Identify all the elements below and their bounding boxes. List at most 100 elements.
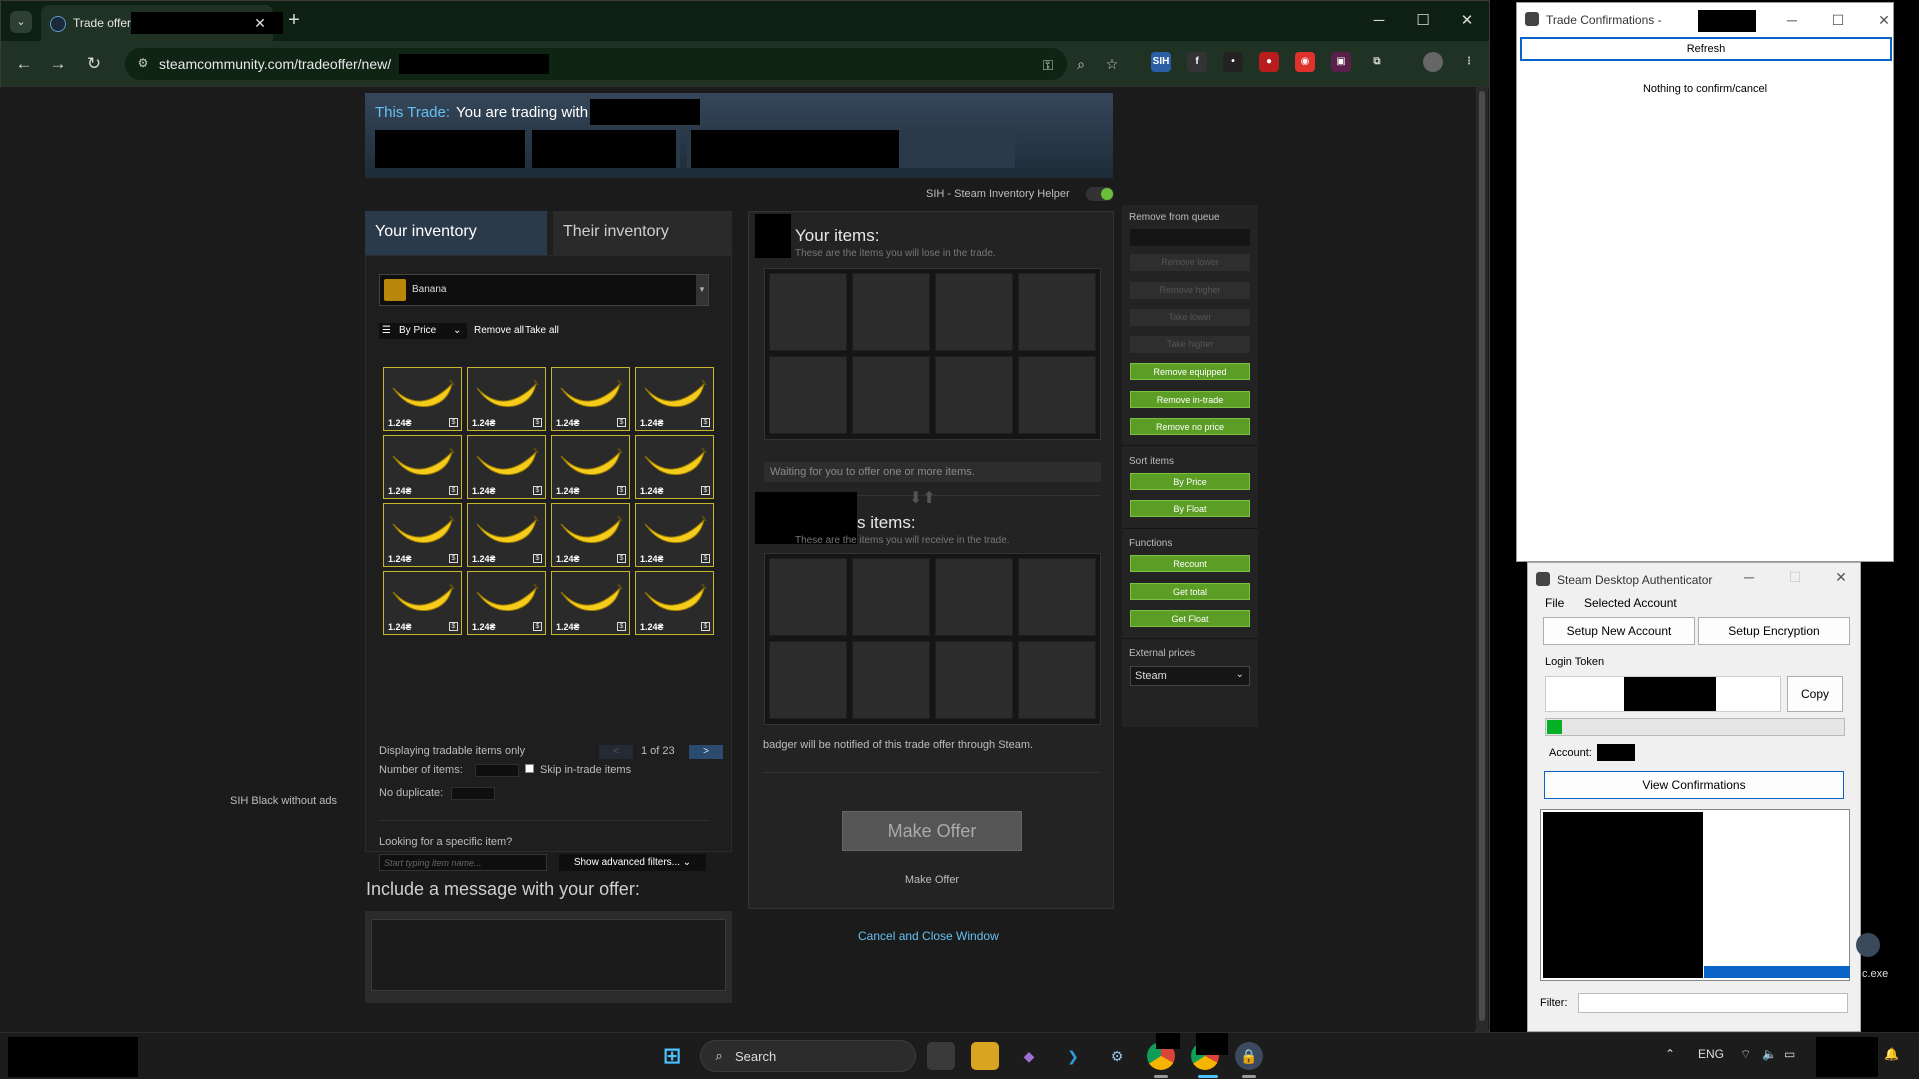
close-button[interactable]: ✕ bbox=[1828, 566, 1854, 588]
take-higher-button[interactable]: Take higher bbox=[1130, 336, 1250, 353]
take-lower-button[interactable]: Take lower bbox=[1130, 309, 1250, 326]
inventory-item[interactable]: 1.24₴ $ bbox=[551, 435, 630, 499]
trade-slot[interactable] bbox=[1018, 558, 1096, 636]
page-scrollbar[interactable] bbox=[1476, 87, 1488, 1032]
sda-taskbar-icon[interactable]: 🔒 bbox=[1235, 1042, 1263, 1070]
password-key-icon[interactable]: ⚿ bbox=[1039, 56, 1057, 74]
address-bar[interactable]: ⚙ steamcommunity.com/tradeoffer/new/ ⚿ bbox=[125, 48, 1067, 80]
extension-sih-icon[interactable]: SIH bbox=[1151, 52, 1171, 72]
extension-ghost-icon[interactable]: • bbox=[1223, 52, 1243, 72]
sort-by-price-button[interactable]: ☰ By Price ⌄ bbox=[379, 323, 467, 339]
sih-toggle-switch[interactable] bbox=[1086, 187, 1114, 201]
setup-encryption-button[interactable]: Setup Encryption bbox=[1698, 617, 1850, 645]
tab-search-button[interactable]: ⌄ bbox=[10, 11, 32, 33]
cancel-close-link[interactable]: Cancel and Close Window bbox=[858, 929, 999, 943]
wifi-icon[interactable]: ⌔ bbox=[1740, 1047, 1751, 1062]
tray-chevron-icon[interactable]: ⌃ bbox=[1665, 1047, 1675, 1061]
next-page-button[interactable]: > bbox=[689, 745, 723, 759]
inventory-item[interactable]: 1.24₴ $ bbox=[467, 571, 546, 635]
account-list[interactable] bbox=[1540, 809, 1850, 981]
get-total-button[interactable]: Get total bbox=[1130, 583, 1250, 600]
notification-bell-icon[interactable]: 🔔 bbox=[1884, 1047, 1899, 1061]
inventory-item[interactable]: 1.24₴ $ bbox=[551, 571, 630, 635]
maximize-button[interactable]: ☐ bbox=[1405, 9, 1441, 33]
zoom-icon[interactable]: ⌕ bbox=[1072, 55, 1090, 73]
inventory-item[interactable]: 1.24₴ $ bbox=[467, 503, 546, 567]
inventory-item[interactable]: 1.24₴ $ bbox=[383, 571, 462, 635]
message-textarea[interactable] bbox=[371, 919, 726, 991]
desktop-app-icon[interactable] bbox=[1856, 933, 1880, 957]
inventory-item[interactable]: 1.24₴ $ bbox=[551, 503, 630, 567]
trade-slot[interactable] bbox=[1018, 273, 1096, 351]
close-window-button[interactable]: ✕ bbox=[1449, 9, 1485, 33]
number-of-items-input[interactable] bbox=[475, 764, 519, 777]
inventory-item[interactable]: 1.24₴ $ bbox=[383, 435, 462, 499]
inventory-item[interactable]: 1.24₴ $ bbox=[467, 367, 546, 431]
scrollbar-thumb[interactable] bbox=[1479, 91, 1485, 1021]
inventory-item[interactable]: 1.24₴ $ bbox=[635, 503, 714, 567]
trade-slot[interactable] bbox=[935, 558, 1013, 636]
back-button[interactable]: ← bbox=[11, 51, 37, 77]
language-indicator[interactable]: ENG bbox=[1698, 1047, 1724, 1061]
remove-higher-button[interactable]: Remove higher bbox=[1130, 282, 1250, 299]
tab-their-inventory[interactable]: Their inventory bbox=[553, 211, 732, 255]
extension-red-icon[interactable]: ● bbox=[1259, 52, 1279, 72]
view-confirmations-button[interactable]: View Confirmations bbox=[1544, 771, 1844, 799]
get-float-button[interactable]: Get Float bbox=[1130, 610, 1250, 627]
trade-slot[interactable] bbox=[1018, 356, 1096, 434]
trade-slot[interactable] bbox=[852, 273, 930, 351]
extensions-puzzle-icon[interactable]: ⧉ bbox=[1367, 52, 1387, 72]
minimize-button[interactable]: ─ bbox=[1779, 9, 1805, 31]
trade-slot[interactable] bbox=[769, 641, 847, 719]
extension-adblock-icon[interactable]: ◉ bbox=[1295, 52, 1315, 72]
external-prices-select[interactable]: Steam ⌄ bbox=[1130, 666, 1250, 686]
menu-dots-icon[interactable]: ⋮ bbox=[1459, 52, 1479, 72]
inventory-item[interactable]: 1.24₴ $ bbox=[635, 435, 714, 499]
make-offer-button[interactable]: Make Offer bbox=[842, 811, 1022, 851]
copy-button[interactable]: Copy bbox=[1787, 676, 1843, 712]
advanced-filters-button[interactable]: Show advanced filters... ⌄ bbox=[559, 854, 706, 871]
trade-slot[interactable] bbox=[852, 356, 930, 434]
menu-file[interactable]: File bbox=[1545, 596, 1564, 610]
remove-no-price-button[interactable]: Remove no price bbox=[1130, 418, 1250, 435]
sih-black-link[interactable]: SIH Black without ads bbox=[230, 795, 337, 807]
inventory-item[interactable]: 1.24₴ $ bbox=[635, 571, 714, 635]
menu-selected-account[interactable]: Selected Account bbox=[1584, 596, 1677, 610]
inventory-item[interactable]: 1.24₴ $ bbox=[383, 503, 462, 567]
trade-slot[interactable] bbox=[935, 356, 1013, 434]
inventory-item[interactable]: 1.24₴ $ bbox=[467, 435, 546, 499]
refresh-button[interactable]: Refresh bbox=[1520, 37, 1892, 61]
steam-icon[interactable]: ⚙ bbox=[1103, 1042, 1131, 1070]
windows-start-icon[interactable]: ⊞ bbox=[658, 1042, 686, 1070]
tab-trade-offer[interactable]: Trade offer ✕ bbox=[41, 5, 283, 41]
trade-slot[interactable] bbox=[852, 641, 930, 719]
remove-all-link[interactable]: Remove all bbox=[474, 325, 524, 336]
inventory-item[interactable]: 1.24₴ $ bbox=[551, 367, 630, 431]
battery-icon[interactable]: ▭ bbox=[1784, 1047, 1795, 1061]
site-info-icon[interactable]: ⚙ bbox=[135, 56, 151, 72]
tab-your-inventory[interactable]: Your inventory bbox=[365, 211, 547, 255]
maximize-button[interactable]: ☐ bbox=[1825, 9, 1851, 31]
minimize-button[interactable]: ─ bbox=[1361, 9, 1397, 33]
remove-in-trade-button[interactable]: Remove in-trade bbox=[1130, 391, 1250, 408]
setup-new-account-button[interactable]: Setup New Account bbox=[1543, 617, 1695, 645]
trade-slot[interactable] bbox=[769, 558, 847, 636]
item-search-input[interactable]: Start typing item name... bbox=[379, 854, 547, 871]
dropdown-arrow-icon[interactable]: ▼ bbox=[696, 275, 708, 305]
visual-studio-icon[interactable]: ◆ bbox=[1015, 1042, 1043, 1070]
recount-button[interactable]: Recount bbox=[1130, 555, 1250, 572]
task-view-icon[interactable] bbox=[927, 1042, 955, 1070]
sih-sort-price-button[interactable]: By Price bbox=[1130, 473, 1250, 490]
trade-slot[interactable] bbox=[935, 273, 1013, 351]
trade-slot[interactable] bbox=[935, 641, 1013, 719]
maximize-button[interactable]: ☐ bbox=[1782, 566, 1808, 588]
remove-equipped-button[interactable]: Remove equipped bbox=[1130, 363, 1250, 380]
forward-button[interactable]: → bbox=[45, 51, 71, 77]
file-explorer-icon[interactable] bbox=[971, 1042, 999, 1070]
new-tab-button[interactable]: + bbox=[282, 9, 306, 33]
bookmark-star-icon[interactable]: ☆ bbox=[1103, 55, 1121, 73]
inventory-item[interactable]: 1.24₴ $ bbox=[635, 367, 714, 431]
close-button[interactable]: ✕ bbox=[1871, 9, 1897, 31]
skip-in-trade-checkbox[interactable] bbox=[525, 764, 534, 773]
sih-toggle[interactable]: SIH - Steam Inventory Helper bbox=[926, 187, 1114, 201]
